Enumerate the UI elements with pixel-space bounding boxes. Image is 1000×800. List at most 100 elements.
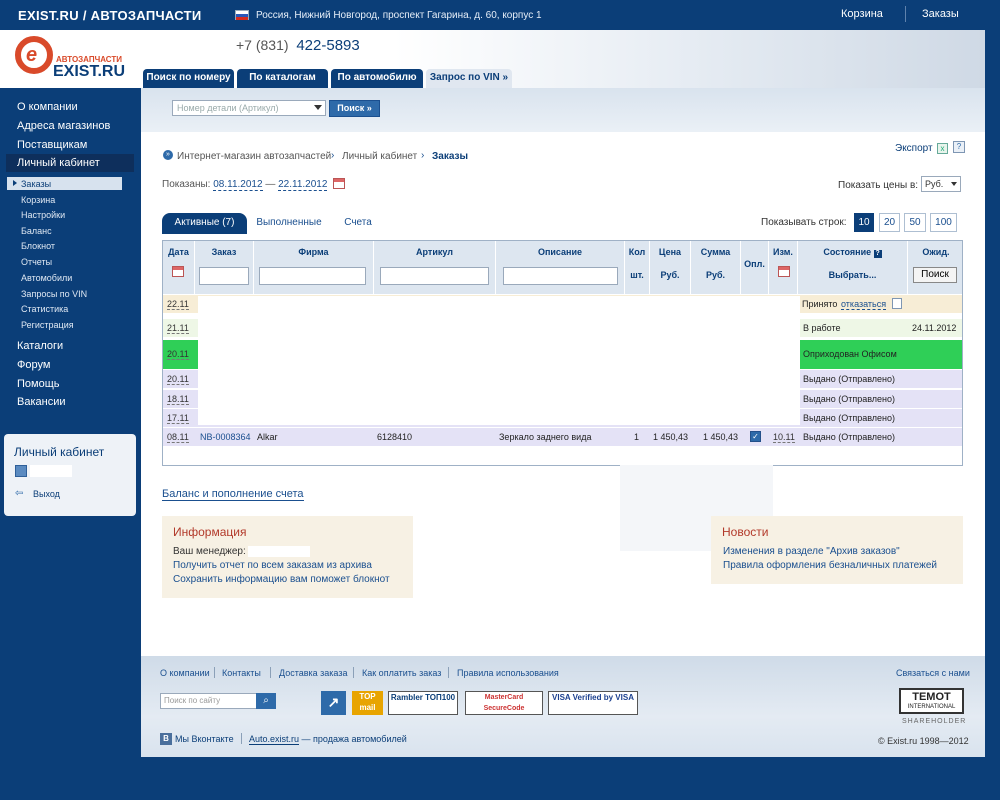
sidebar-item-about[interactable]: О компании: [17, 101, 78, 113]
row-article[interactable]: 6128410: [377, 432, 412, 442]
logo-gear-icon[interactable]: e: [15, 36, 53, 74]
col-paid[interactable]: Опл.: [741, 241, 769, 294]
news-item[interactable]: Изменения в разделе "Архив заказов": [723, 546, 900, 557]
row-changed-date[interactable]: 10.11: [773, 432, 795, 443]
exit-icon[interactable]: ⇦: [15, 488, 23, 499]
sidebar-item-catalogs[interactable]: Каталоги: [17, 340, 63, 352]
col-order[interactable]: Заказ: [195, 241, 254, 294]
sidebar-item-cars[interactable]: Автомобили: [21, 273, 72, 283]
col-firm[interactable]: Фирма: [254, 241, 374, 294]
sidebar-item-notebook[interactable]: Блокнот: [21, 241, 55, 251]
col-state[interactable]: Состояние ? Выбрать...: [798, 241, 908, 294]
sidebar-item-help[interactable]: Помощь: [17, 378, 60, 390]
footer-link-rules[interactable]: Правила использования: [457, 668, 559, 678]
vk-icon[interactable]: B: [160, 733, 172, 745]
sidebar-item-vacancies[interactable]: Вакансии: [17, 396, 66, 408]
article-filter-input[interactable]: [380, 267, 489, 285]
col-article[interactable]: Артикул: [374, 241, 496, 294]
tab-completed-orders[interactable]: Выполненные: [251, 213, 327, 234]
calendar-icon[interactable]: [333, 178, 345, 189]
excel-icon[interactable]: x: [937, 143, 948, 154]
top-mail-badge[interactable]: TOP mail: [352, 691, 383, 715]
tab-invoices[interactable]: Счета: [334, 213, 382, 234]
footer-link-delivery[interactable]: Доставка заказа: [279, 668, 347, 678]
logout-link[interactable]: Выход: [33, 489, 60, 499]
contact-us-link[interactable]: Связаться с нами: [896, 668, 970, 678]
auto-exist-link-text[interactable]: Auto.exist.ru: [249, 734, 300, 745]
arrow-icon[interactable]: ↗: [321, 691, 346, 715]
tab-by-catalogs[interactable]: По каталогам: [237, 69, 328, 88]
footer-link-payment[interactable]: Как оплатить заказ: [362, 668, 441, 678]
tab-vin-request[interactable]: Запрос по VIN »: [426, 69, 512, 88]
col-expected[interactable]: Ожид. Поиск: [908, 241, 962, 294]
tab-by-car[interactable]: По автомобилю: [331, 69, 423, 88]
news-item[interactable]: Правила оформления безналичных платежей: [723, 560, 937, 571]
row-date[interactable]: 18.11: [167, 394, 189, 405]
site-search-input[interactable]: Поиск по сайту: [160, 693, 258, 709]
sidebar-item-vin-requests[interactable]: Запросы по VIN: [21, 289, 87, 299]
col-description[interactable]: Описание: [496, 241, 625, 294]
col-price[interactable]: Цена Руб.: [650, 241, 691, 294]
row-date[interactable]: 22.11: [167, 299, 189, 310]
period-from[interactable]: 08.11.2012: [213, 179, 263, 191]
chevron-down-icon[interactable]: [314, 105, 322, 110]
help-icon[interactable]: ?: [873, 250, 882, 258]
balance-link[interactable]: Баланс и пополнение счета: [162, 488, 304, 501]
sidebar-item-statistics[interactable]: Статистика: [21, 304, 68, 314]
row-date[interactable]: 08.11: [167, 432, 189, 443]
rows-50-button[interactable]: 50: [904, 213, 926, 232]
chevron-down-icon[interactable]: [951, 182, 957, 186]
document-icon[interactable]: [892, 298, 902, 309]
breadcrumb-account[interactable]: Личный кабинет: [342, 151, 417, 162]
sidebar-item-settings[interactable]: Настройки: [21, 210, 65, 220]
search-icon[interactable]: ⌕: [256, 693, 276, 709]
auto-exist-link[interactable]: Auto.exist.ru — продажа автомобилей: [249, 734, 407, 745]
site-title[interactable]: EXIST.RU / АВТОЗАПЧАСТИ: [18, 8, 202, 23]
sidebar-item-cart[interactable]: Корзина: [21, 195, 55, 205]
sidebar-item-forum[interactable]: Форум: [17, 359, 50, 371]
home-icon[interactable]: »: [163, 150, 173, 160]
row-date[interactable]: 20.11: [167, 374, 189, 385]
tab-active-orders[interactable]: Активные (7): [162, 213, 247, 234]
sidebar-item-account[interactable]: Личный кабинет: [17, 157, 100, 169]
archive-report-link[interactable]: Получить отчет по всем заказам из архива: [173, 560, 372, 571]
order-filter-input[interactable]: [199, 267, 249, 285]
currency-select[interactable]: Руб.: [921, 176, 961, 192]
footer-link-contacts[interactable]: Контакты: [222, 668, 261, 678]
top-orders-link[interactable]: Заказы: [922, 8, 959, 20]
description-filter-input[interactable]: [503, 267, 618, 285]
row-date[interactable]: 20.11: [167, 349, 189, 360]
calendar-icon[interactable]: [778, 266, 790, 277]
sidebar-item-balance[interactable]: Баланс: [21, 226, 52, 236]
col-qty[interactable]: Кол шт.: [625, 241, 650, 294]
sidebar-item-orders[interactable]: Заказы: [21, 179, 51, 189]
calendar-icon[interactable]: [172, 266, 184, 277]
rambler-badge[interactable]: Rambler ТОП100: [388, 691, 458, 715]
paid-checkbox[interactable]: ✓: [750, 431, 761, 442]
row-date[interactable]: 21.11: [167, 323, 189, 334]
footer-link-about[interactable]: О компании: [160, 668, 210, 678]
user-name-redacted[interactable]: [30, 465, 72, 477]
sidebar-item-stores[interactable]: Адреса магазинов: [17, 120, 110, 132]
col-date[interactable]: Дата: [163, 241, 195, 294]
tab-search-by-number[interactable]: Поиск по номеру: [143, 69, 234, 88]
sidebar-item-suppliers[interactable]: Поставщикам: [17, 139, 87, 151]
state-filter-select[interactable]: Выбрать...: [798, 270, 907, 280]
col-sum[interactable]: Сумма Руб.: [691, 241, 741, 294]
sidebar-item-registration[interactable]: Регистрация: [21, 320, 74, 330]
rows-10-button[interactable]: 10: [854, 213, 874, 232]
mastercard-badge[interactable]: MasterCard SecureCode: [465, 691, 543, 715]
logo-text[interactable]: EXIST.RU: [53, 63, 125, 81]
store-address[interactable]: Россия, Нижний Новгород, проспект Гагари…: [256, 10, 542, 21]
row-date[interactable]: 17.11: [167, 413, 189, 424]
rows-20-button[interactable]: 20: [879, 213, 900, 232]
export-link[interactable]: Экспорт: [895, 143, 933, 154]
firm-filter-input[interactable]: [259, 267, 366, 285]
search-button[interactable]: Поиск »: [329, 100, 380, 117]
notebook-link[interactable]: Сохранить информацию вам поможет блокнот: [173, 574, 390, 585]
row-order-number[interactable]: NB-0008364: [200, 432, 251, 442]
rows-100-button[interactable]: 100: [930, 213, 957, 232]
visa-badge[interactable]: VISA Verified by VISA: [548, 691, 638, 715]
top-cart-link[interactable]: Корзина: [841, 8, 883, 20]
table-row[interactable]: 08.11 NB-0008364 Alkar 6128410 Зеркало з…: [163, 427, 962, 446]
